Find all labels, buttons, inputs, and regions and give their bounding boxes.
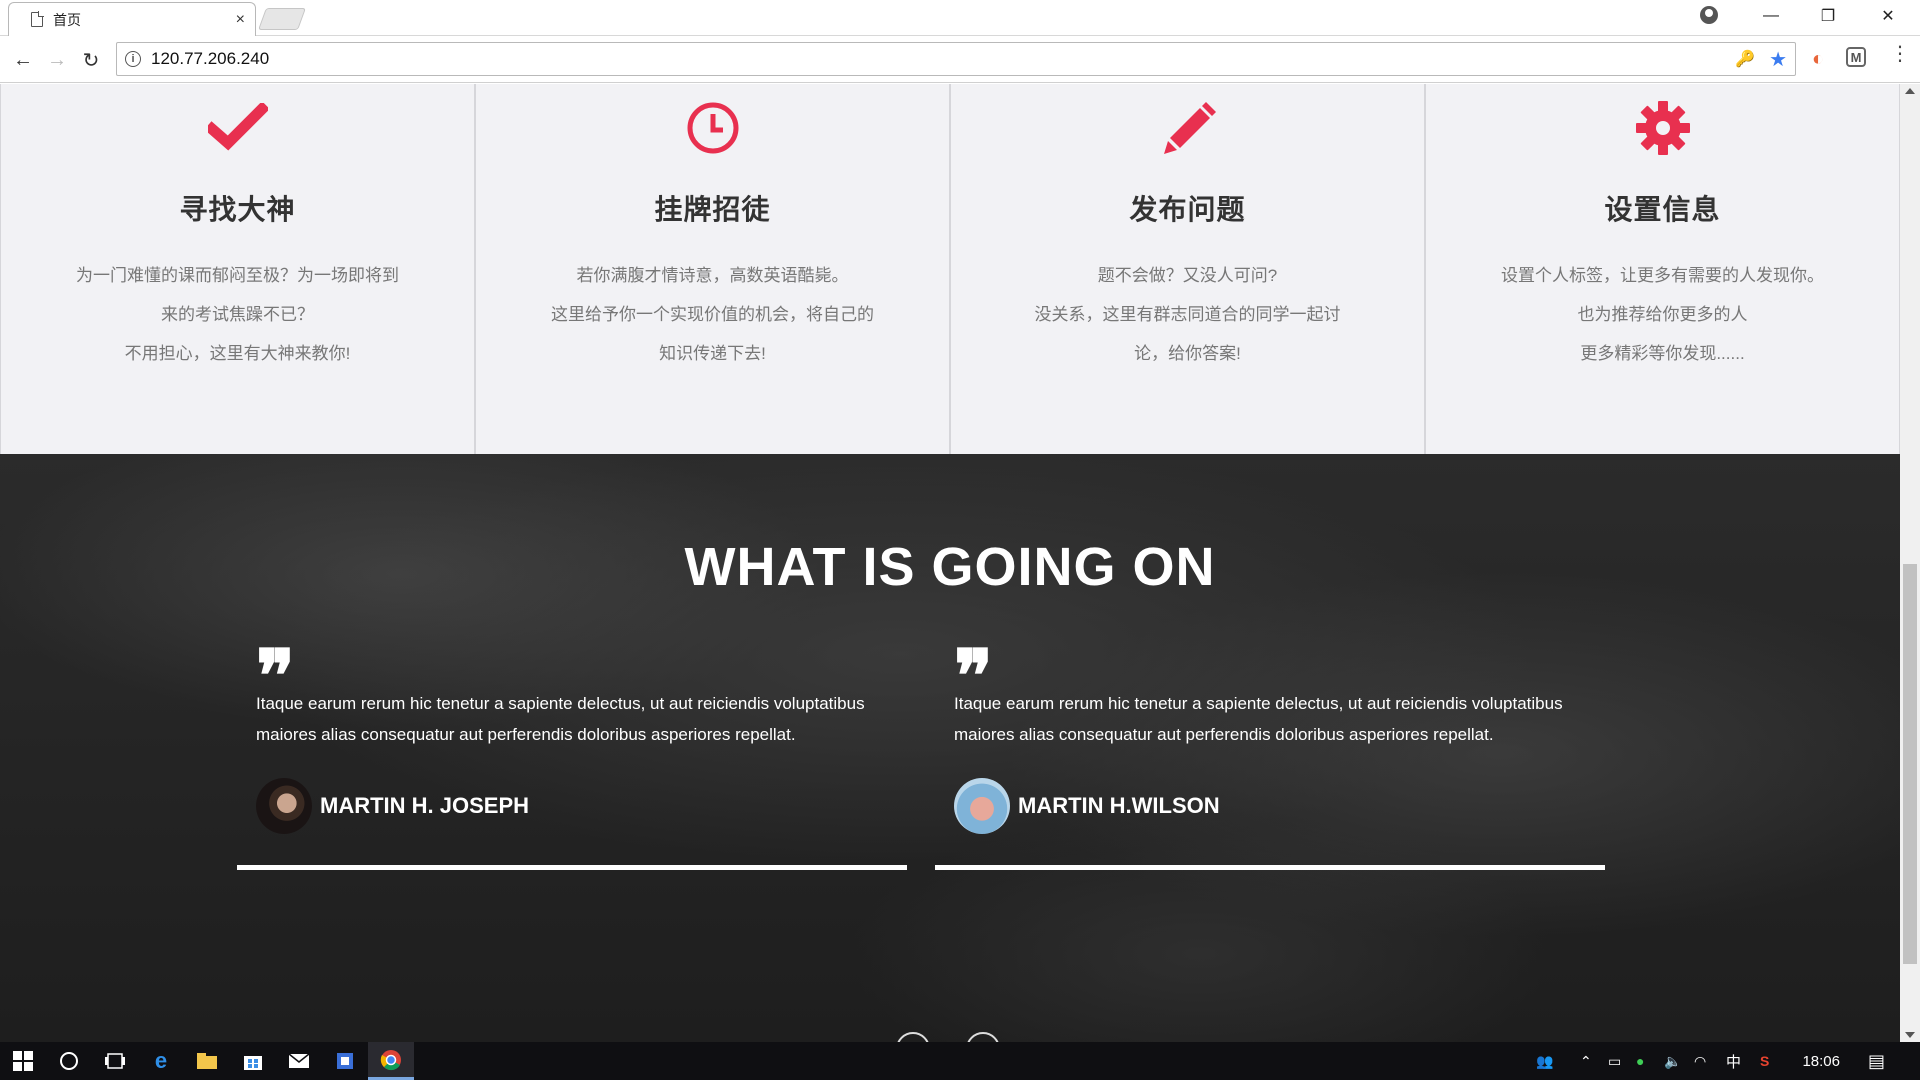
browser-tab-bar: 首页 × — ❐ ✕ xyxy=(0,0,1920,36)
new-tab-button[interactable] xyxy=(257,8,307,30)
bookmark-star-icon[interactable]: ★ xyxy=(1769,47,1787,72)
wechat-icon[interactable]: ● xyxy=(1636,1042,1644,1080)
carousel-dot[interactable] xyxy=(966,1032,1000,1042)
tab-title: 首页 xyxy=(53,11,81,28)
desc-line: 设置个人标签，让更多有需要的人发现你。 xyxy=(1501,266,1824,285)
scroll-down-icon[interactable] xyxy=(1905,1032,1915,1038)
task-view-icon[interactable] xyxy=(92,1042,138,1080)
scroll-up-icon[interactable] xyxy=(1905,88,1915,94)
desc-line: 更多精彩等你发现...... xyxy=(1580,344,1745,363)
avatar xyxy=(954,778,1010,834)
testimonial-card: ❞ Itaque earum rerum hic tenetur a sapie… xyxy=(238,640,908,870)
desc-line: 为一门难懂的课而郁闷至极？为一场即将到 xyxy=(76,266,399,285)
desc-line: 知识传递下去! xyxy=(659,344,766,363)
extension-orange-icon[interactable]: ◐ xyxy=(1806,47,1830,71)
sogou-icon[interactable]: S xyxy=(1760,1042,1769,1080)
check-icon xyxy=(207,98,268,158)
pencil-icon xyxy=(1158,98,1218,158)
chevron-up-icon[interactable]: ⌃ xyxy=(1580,1042,1592,1080)
key-icon[interactable]: 🔑 xyxy=(1735,49,1755,69)
browser-toolbar: ← → ↻ i 120.77.206.240 🔑 ★ ◐ M ⋮ xyxy=(0,37,1920,83)
close-window-button[interactable]: ✕ xyxy=(1862,0,1914,32)
cortana-icon[interactable] xyxy=(46,1042,92,1080)
feature-settings: 设置信息 设置个人标签，让更多有需要的人发现你。 也为推荐给你更多的人 更多精彩… xyxy=(1425,84,1900,454)
reload-button[interactable]: ↻ xyxy=(76,45,106,75)
feature-recruit: 挂牌招徒 若你满腹才情诗意，高数英语酷毙。 这里给予你一个实现价值的机会，将自己… xyxy=(475,84,950,454)
feature-description: 若你满腹才情诗意，高数英语酷毙。 这里给予你一个实现价值的机会，将自己的 知识传… xyxy=(536,256,889,373)
desc-line: 题不会做？又没人可问? xyxy=(1097,266,1278,285)
store-icon[interactable] xyxy=(230,1042,276,1080)
feature-post-question: 发布问题 题不会做？又没人可问? 没关系，这里有群志同道合的同学一起讨 论，给你… xyxy=(950,84,1425,454)
forward-button[interactable]: → xyxy=(42,45,72,75)
ime-indicator[interactable]: 中 xyxy=(1726,1042,1741,1080)
file-explorer-icon[interactable] xyxy=(184,1042,230,1080)
volume-icon[interactable]: 🔈 xyxy=(1664,1042,1681,1080)
address-bar[interactable]: i 120.77.206.240 🔑 ★ xyxy=(116,42,1796,76)
back-button[interactable]: ← xyxy=(8,45,38,75)
desc-line: 若你满腹才情诗意，高数英语酷毙。 xyxy=(576,266,849,285)
clock-icon xyxy=(683,98,743,158)
testimonials-section: WHAT IS GOING ON ❞ Itaque earum rerum hi… xyxy=(0,454,1900,1042)
feature-title: 寻找大神 xyxy=(179,194,296,225)
extension-m-icon[interactable]: M xyxy=(1846,47,1866,67)
windows-taskbar: e 👥 ⌃ ▭ ● 🔈 ◠ 中 S 18:06 ▤ xyxy=(0,1042,1920,1080)
gear-icon xyxy=(1633,98,1693,158)
testimonial-author: MARTIN H. JOSEPH xyxy=(256,778,529,834)
people-icon[interactable]: 👥 xyxy=(1536,1042,1553,1080)
page-content: 寻找大神 为一门难懂的课而郁闷至极？为一场即将到 来的考试焦躁不已？ 不用担心，… xyxy=(0,84,1900,1042)
desc-line: 来的考试焦躁不已？ xyxy=(161,305,314,324)
windows-start-icon[interactable] xyxy=(0,1042,46,1080)
mail-icon[interactable] xyxy=(276,1042,322,1080)
app-icon[interactable] xyxy=(322,1042,368,1080)
testimonial-text: Itaque earum rerum hic tenetur a sapient… xyxy=(954,694,1563,744)
testimonial-author: MARTIN H.WILSON xyxy=(954,778,1220,834)
tab-home[interactable]: 首页 × xyxy=(8,2,256,36)
info-icon[interactable]: i xyxy=(125,51,141,67)
testimonial-text: Itaque earum rerum hic tenetur a sapient… xyxy=(256,694,865,744)
author-name: MARTIN H. JOSEPH xyxy=(320,793,530,818)
section-title: WHAT IS GOING ON xyxy=(684,537,1216,597)
desc-line: 也为推荐给你更多的人 xyxy=(1577,305,1748,324)
browser-menu-icon[interactable]: ⋮ xyxy=(1890,44,1910,64)
profile-icon[interactable] xyxy=(1700,6,1718,24)
feature-find-expert: 寻找大神 为一门难懂的课而郁闷至极？为一场即将到 来的考试焦躁不已？ 不用担心，… xyxy=(0,84,475,454)
restore-button[interactable]: ❐ xyxy=(1802,0,1854,32)
battery-icon[interactable]: ▭ xyxy=(1608,1042,1621,1080)
feature-title: 挂牌招徒 xyxy=(654,194,771,225)
feature-description: 设置个人标签，让更多有需要的人发现你。 也为推荐给你更多的人 更多精彩等你发现.… xyxy=(1486,256,1839,373)
desc-line: 这里给予你一个实现价值的机会，将自己的 xyxy=(551,305,874,324)
minimize-button[interactable]: — xyxy=(1745,0,1797,32)
carousel-dot[interactable] xyxy=(896,1032,930,1042)
page-scrollbar[interactable] xyxy=(1900,84,1920,1042)
tab-close-button[interactable]: × xyxy=(236,11,245,28)
desc-line: 没关系，这里有群志同道合的同学一起讨 xyxy=(1034,305,1341,324)
url-text[interactable]: 120.77.206.240 xyxy=(151,49,1735,69)
feature-title: 设置信息 xyxy=(1604,194,1721,225)
scrollbar-thumb[interactable] xyxy=(1903,564,1917,964)
features-section: 寻找大神 为一门难懂的课而郁闷至极？为一场即将到 来的考试焦躁不已？ 不用担心，… xyxy=(0,84,1900,454)
author-name: MARTIN H.WILSON xyxy=(1018,793,1220,818)
document-icon xyxy=(31,11,44,27)
feature-title: 发布问题 xyxy=(1129,194,1246,225)
desc-line: 论，给你答案! xyxy=(1134,344,1241,363)
desc-line: 不用担心，这里有大神来教你! xyxy=(124,344,351,363)
card-underline xyxy=(237,865,907,870)
wifi-icon[interactable]: ◠ xyxy=(1694,1042,1706,1080)
card-underline xyxy=(935,865,1605,870)
avatar xyxy=(256,778,312,834)
edge-icon[interactable]: e xyxy=(138,1042,184,1080)
testimonial-card: ❞ Itaque earum rerum hic tenetur a sapie… xyxy=(936,640,1606,870)
notification-icon[interactable]: ▤ xyxy=(1868,1042,1885,1080)
feature-description: 为一门难懂的课而郁闷至极？为一场即将到 来的考试焦躁不已？ 不用担心，这里有大神… xyxy=(61,256,414,373)
chrome-icon[interactable] xyxy=(368,1042,414,1080)
clock[interactable]: 18:06 xyxy=(1802,1042,1840,1080)
feature-description: 题不会做？又没人可问? 没关系，这里有群志同道合的同学一起讨 论，给你答案! xyxy=(1011,256,1364,373)
